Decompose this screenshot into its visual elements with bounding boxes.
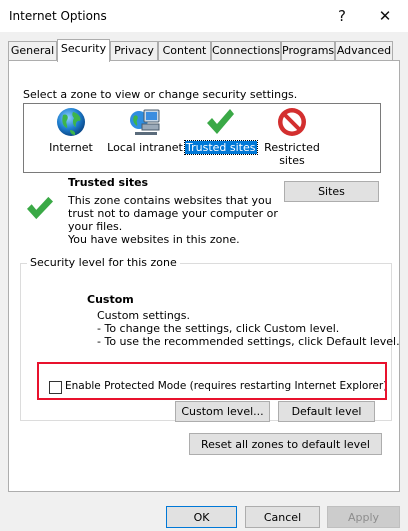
security-tab-panel: Select a zone to view or change security… <box>8 60 400 492</box>
intranet-icon <box>130 109 160 135</box>
apply-button[interactable]: Apply <box>327 506 400 528</box>
tab-connections[interactable]: Connections <box>211 41 281 61</box>
restricted-icon <box>278 108 306 136</box>
cancel-button[interactable]: Cancel <box>245 506 320 528</box>
zone-info-title: Trusted sites <box>68 176 149 189</box>
security-level-line-3: - To use the recommended settings, click… <box>97 335 400 348</box>
zone-internet[interactable]: Internet <box>36 104 106 172</box>
security-level-line-1: Custom settings. <box>97 309 191 322</box>
zone-info-desc-4: You have websites in this zone. <box>68 233 240 246</box>
default-level-button[interactable]: Default level <box>278 401 375 422</box>
reset-all-zones-button[interactable]: Reset all zones to default level <box>189 433 382 455</box>
zone-prompt: Select a zone to view or change security… <box>23 88 298 101</box>
sites-button[interactable]: Sites <box>284 181 379 202</box>
zone-trusted-sites[interactable]: Trusted sites <box>184 104 258 172</box>
tab-content[interactable]: Content <box>158 41 211 61</box>
help-button[interactable]: ? <box>330 6 354 26</box>
window-title: Internet Options <box>9 9 107 23</box>
zone-internet-label: Internet <box>49 141 93 154</box>
zone-restricted-sites[interactable]: Restricted sites <box>257 104 327 172</box>
tab-advanced[interactable]: Advanced <box>335 41 393 61</box>
checkmark-icon <box>207 109 234 134</box>
tab-programs[interactable]: Programs <box>281 41 335 61</box>
ok-button[interactable]: OK <box>166 506 237 528</box>
globe-icon <box>57 108 85 136</box>
zone-local-intranet[interactable]: Local intranet <box>104 104 186 172</box>
zone-intranet-label: Local intranet <box>107 141 183 154</box>
security-level-name: Custom <box>87 293 134 306</box>
zone-trusted-label: Trusted sites <box>184 140 258 155</box>
protected-mode-checkbox[interactable] <box>49 381 62 394</box>
security-level-line-2: - To change the settings, click Custom l… <box>97 322 340 335</box>
close-button[interactable]: ✕ <box>373 6 397 26</box>
zone-list: Internet Local intranet Trusted sites Re… <box>23 103 381 173</box>
custom-level-button[interactable]: Custom level... <box>175 401 270 422</box>
tab-general[interactable]: General <box>8 41 57 61</box>
tab-privacy[interactable]: Privacy <box>110 41 158 61</box>
tab-security[interactable]: Security <box>57 39 110 62</box>
zone-info-desc-3: your files. <box>68 220 123 233</box>
trusted-checkmark-icon <box>27 196 53 220</box>
zone-restricted-label: Restricted sites <box>264 141 320 167</box>
security-level-group-title: Security level for this zone <box>27 256 180 269</box>
protected-mode-label[interactable]: Enable Protected Mode (requires restarti… <box>65 380 387 392</box>
zone-info-desc-1: This zone contains websites that you <box>68 194 272 207</box>
zone-info-desc-2: trust not to damage your computer or <box>68 207 278 220</box>
